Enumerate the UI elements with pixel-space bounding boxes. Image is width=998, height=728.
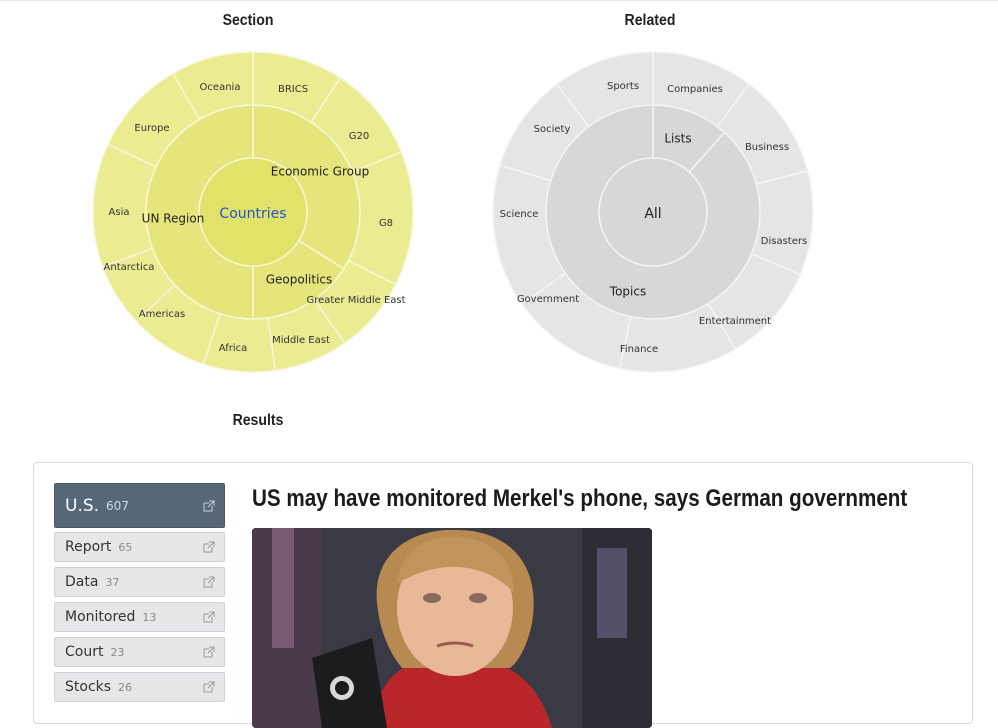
news-photo[interactable] (252, 528, 652, 728)
ring-label-europe: Europe (134, 123, 169, 134)
results-panel: U.S. 607 Report 65 Data 37 Monitored 13 … (33, 462, 973, 728)
ring-label-finance: Finance (620, 344, 658, 355)
ring-label-un-region: UN Region (142, 212, 205, 226)
ring-label-geopolitics: Geopolitics (266, 273, 333, 287)
tag-count: 26 (118, 680, 133, 694)
sunburst-charts: UN Region Economic Group Geopolitics Oceani… (92, 51, 814, 373)
external-link-icon[interactable] (203, 500, 215, 512)
ring-label-topics: Topics (609, 285, 646, 299)
external-link-icon[interactable] (203, 576, 215, 588)
ring-label-government: Government (517, 294, 579, 305)
tag-count: 607 (106, 498, 129, 513)
ring-label-americas: Americas (139, 309, 185, 320)
external-link-icon[interactable] (203, 541, 215, 553)
ring-label-g8: G8 (379, 218, 393, 229)
ring-label-antarctica: Antarctica (104, 262, 155, 273)
tag-label: Data (65, 574, 99, 590)
ring-label-society: Society (534, 124, 571, 135)
tag-count: 65 (118, 540, 133, 554)
tag-label: U.S. (65, 495, 100, 516)
ring-label-lists: Lists (664, 132, 691, 146)
tag-court[interactable]: Court 23 (54, 637, 225, 667)
ring-label-disasters: Disasters (761, 236, 807, 247)
ring-label-asia: Asia (109, 207, 130, 218)
ring-label-brics: BRICS (278, 84, 308, 95)
tag-count: 37 (105, 575, 120, 589)
tag-stocks[interactable]: Stocks 26 (54, 672, 225, 702)
ring-label-greater-middle-east: Greater Middle East (306, 295, 405, 306)
ring-label-business: Business (745, 142, 789, 153)
tag-label: Court (65, 644, 104, 660)
tag-label: Stocks (65, 679, 112, 695)
external-link-icon[interactable] (203, 611, 215, 623)
tag-report[interactable]: Report 65 (54, 532, 225, 562)
ring-label-science: Science (500, 209, 539, 220)
tag-data[interactable]: Data 37 (54, 567, 225, 597)
ring-label-middle-east: Middle East (272, 335, 330, 346)
ring-label-oceania: Oceania (200, 82, 241, 93)
ring-label-africa: Africa (219, 343, 248, 354)
center-label-all: All (644, 206, 661, 222)
tag-list: U.S. 607 Report 65 Data 37 Monitored 13 … (54, 483, 225, 707)
tag-label: Report (65, 539, 112, 555)
tag-count: 13 (142, 610, 157, 624)
news-photo-image (252, 528, 652, 728)
external-link-icon[interactable] (203, 646, 215, 658)
tag-us[interactable]: U.S. 607 (54, 483, 225, 528)
ring-label-economic-group: Economic Group (271, 165, 369, 179)
related-sunburst: Lists Topics Sports Companies Business Disast… (492, 51, 814, 373)
ring-label-companies: Companies (667, 84, 723, 95)
section-sunburst: UN Region Economic Group Geopolitics Oceani… (92, 51, 414, 373)
ring-label-g20: G20 (349, 131, 369, 142)
external-link-icon[interactable] (203, 681, 215, 693)
tag-label: Monitored (65, 609, 136, 625)
ring-label-entertainment: Entertainment (699, 316, 771, 327)
center-label-countries: Countries (219, 206, 286, 222)
tag-count: 23 (110, 645, 125, 659)
ring-label-sports: Sports (607, 81, 639, 92)
article-headline[interactable]: US may have monitored Merkel's phone, sa… (252, 485, 907, 513)
results-heading: Results (232, 412, 284, 429)
tag-monitored[interactable]: Monitored 13 (54, 602, 225, 632)
